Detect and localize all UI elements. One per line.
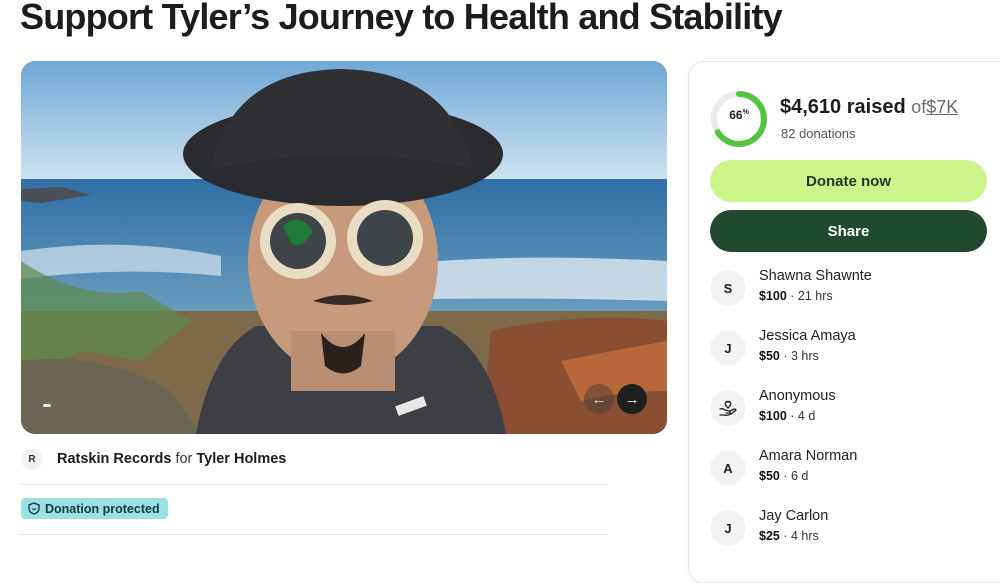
donation-item: S Shawna Shawnte $100 · 21 hrs [710,268,1000,308]
donor-name: Shawna Shawnte [759,268,872,284]
donor-avatar: J [710,510,746,546]
donation-time: 3 hrs [790,349,819,363]
arrow-left-icon: ← [591,390,607,408]
donation-meta: $100 · 4 d [759,409,816,423]
donation-amount: $25 [759,529,780,543]
donation-meta: $100 · 21 hrs [759,289,833,303]
goal-connector: of [911,97,927,117]
beneficiary-name[interactable]: Tyler Holmes [196,451,286,467]
goal-amount[interactable]: $7K [926,97,958,117]
next-photo-button[interactable]: → [617,384,647,414]
slide-indicator [43,404,51,407]
donation-meta: $25 · 4 hrs [759,529,819,543]
page-title: Support Tyler’s Journey to Health and St… [20,0,783,37]
heart-hand-icon [719,400,737,416]
donation-amount: $100 [759,289,787,303]
donor-name: Anonymous [759,388,836,404]
amount-raised: $4,610 raised of$7K [780,96,958,119]
donation-time: 6 d [790,469,809,483]
previous-photo-button[interactable]: ← [584,384,614,414]
donor-avatar: S [710,270,746,306]
donor-name: Jessica Amaya [759,328,856,344]
arrow-right-icon: → [624,390,640,408]
donation-item: Anonymous $100 · 4 d [710,388,1000,428]
donation-protected-label: Donation protected [45,501,160,516]
donor-avatar: J [710,330,746,366]
organizer-connector: for [175,451,193,467]
donor-avatar: A [710,450,746,486]
donation-item: J Jay Carlon $25 · 4 hrs [710,508,1000,548]
donation-protected-badge[interactable]: Donation protected [21,498,168,519]
donor-avatar [710,390,746,426]
raised-amount: $4,610 raised [780,96,906,118]
donation-time: 4 d [797,409,816,423]
donation-amount: $100 [759,409,787,423]
donation-count[interactable]: 82 donations [781,126,855,141]
fundraiser-photo-image [21,61,667,434]
donation-meta: $50 · 3 hrs [759,349,819,363]
organizer-avatar[interactable]: R [21,448,43,470]
donate-now-button[interactable]: Donate now [710,160,987,202]
progress-percent: 66% [729,108,749,122]
donation-amount: $50 [759,349,780,363]
share-button[interactable]: Share [710,210,987,252]
fundraiser-photo[interactable]: ← → [21,61,667,434]
donation-time: 21 hrs [797,289,833,303]
donation-item: J Jessica Amaya $50 · 3 hrs [710,328,1000,368]
donation-meta: $50 · 6 d [759,469,809,483]
divider [21,534,607,535]
donation-time: 4 hrs [790,529,819,543]
shield-icon [28,502,40,515]
divider [21,484,607,485]
donation-amount: $50 [759,469,780,483]
donation-item: A Amara Norman $50 · 6 d [710,448,1000,488]
organizer-name[interactable]: Ratskin Records [57,451,171,467]
organizer-line: R Ratskin Records for Tyler Holmes [21,448,286,470]
donor-name: Jay Carlon [759,508,829,524]
donor-name: Amara Norman [759,448,858,464]
